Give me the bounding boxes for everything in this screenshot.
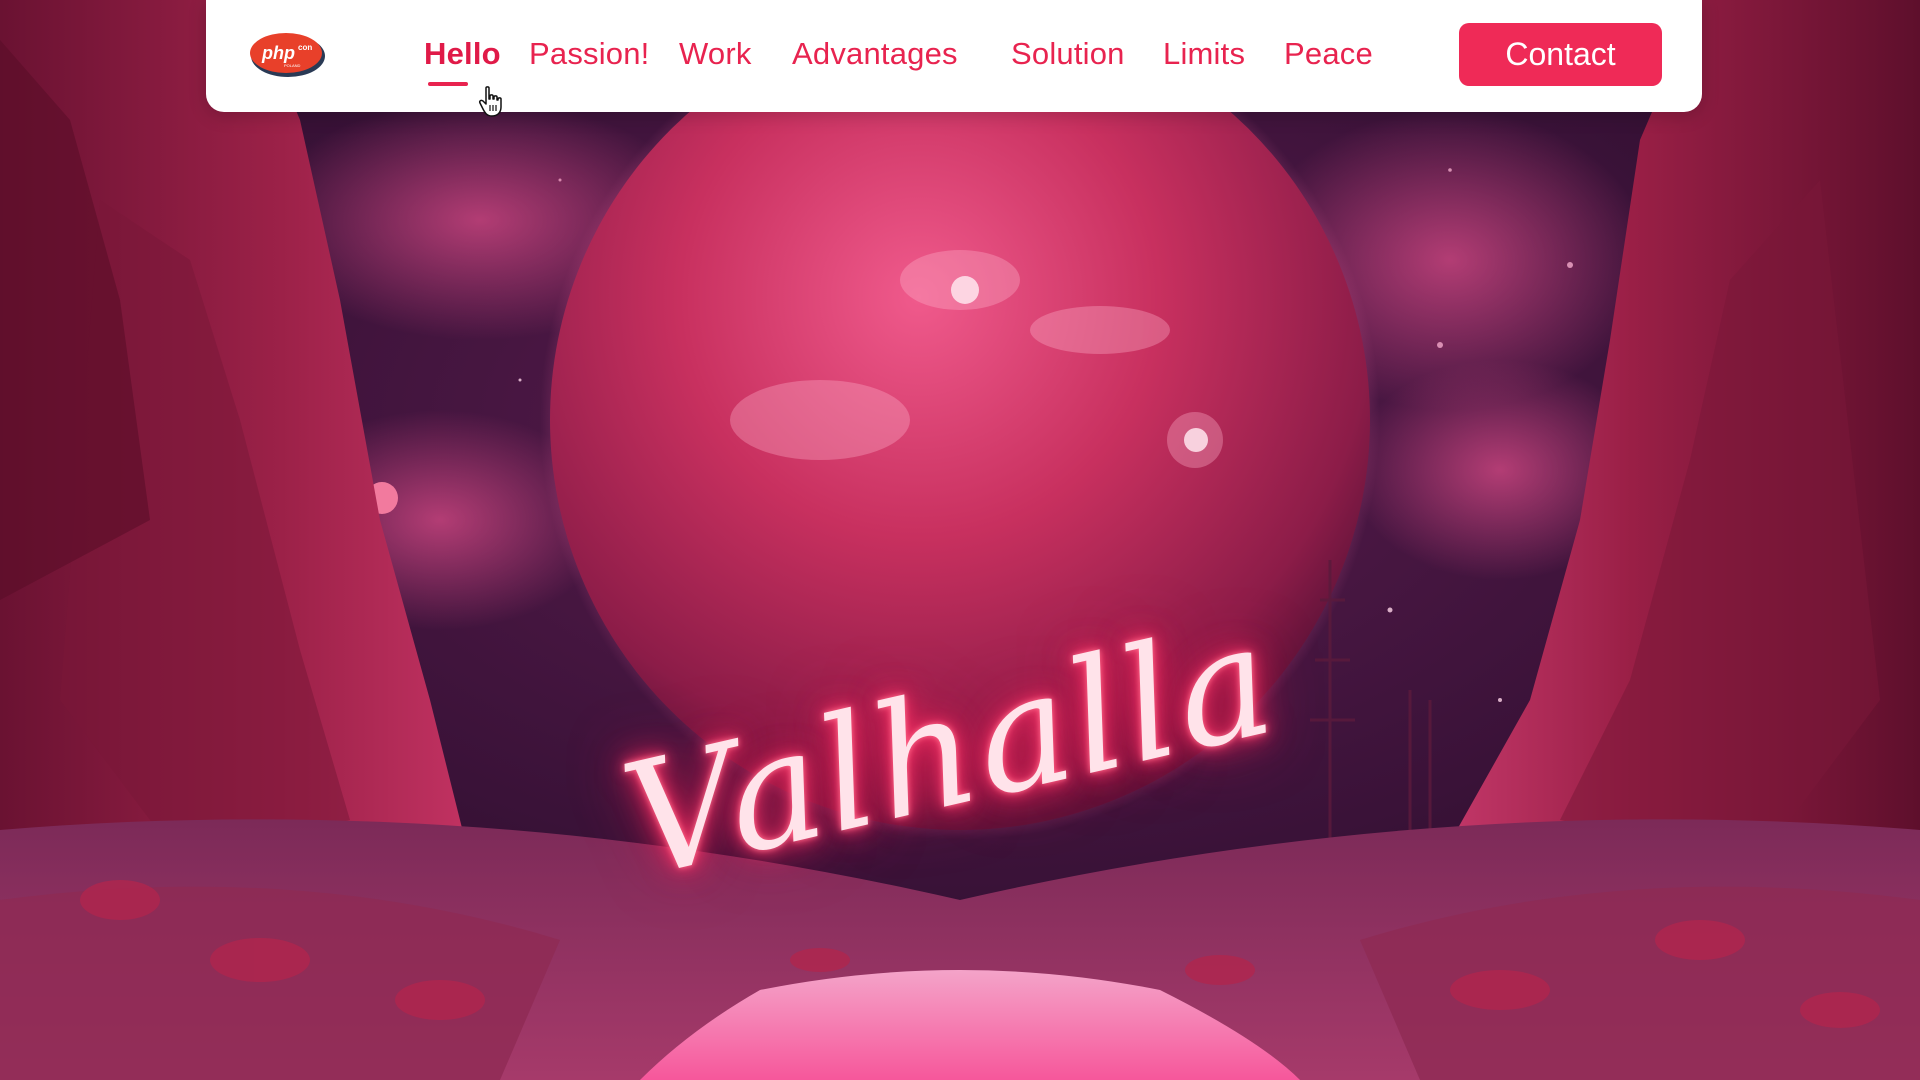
nav-item-limits[interactable]: Limits xyxy=(1163,34,1245,74)
phpcon-logo-icon: php con POLAND xyxy=(250,33,325,77)
nav-item-label: Limits xyxy=(1163,36,1246,71)
svg-text:con: con xyxy=(298,43,312,52)
hero-illustration xyxy=(0,0,1920,1080)
nav-item-advantages[interactable]: Advantages xyxy=(792,34,958,74)
contact-button[interactable]: Contact xyxy=(1459,23,1662,86)
nav-item-label: Peace xyxy=(1284,36,1373,71)
hand-pointer-icon xyxy=(478,86,506,118)
top-navbar: php con POLAND Hello Passion! Work Advan… xyxy=(206,0,1702,112)
hero-background xyxy=(0,0,1920,1080)
nav-item-hello[interactable]: Hello xyxy=(424,34,501,86)
nav-item-label: Work xyxy=(679,36,752,71)
svg-text:POLAND: POLAND xyxy=(284,63,301,68)
nav-item-solution[interactable]: Solution xyxy=(1011,34,1125,74)
nav-item-label: Passion! xyxy=(529,36,650,71)
nav-item-label: Advantages xyxy=(792,36,958,71)
nav-item-work[interactable]: Work xyxy=(679,34,752,74)
nav-item-label: Hello xyxy=(424,36,501,71)
nav-item-peace[interactable]: Peace xyxy=(1284,34,1373,74)
active-indicator xyxy=(428,82,468,86)
nav-item-label: Solution xyxy=(1011,36,1125,71)
nav-item-passion[interactable]: Passion! xyxy=(529,34,650,74)
svg-text:php: php xyxy=(261,43,295,63)
brand-logo[interactable]: php con POLAND xyxy=(248,30,328,80)
